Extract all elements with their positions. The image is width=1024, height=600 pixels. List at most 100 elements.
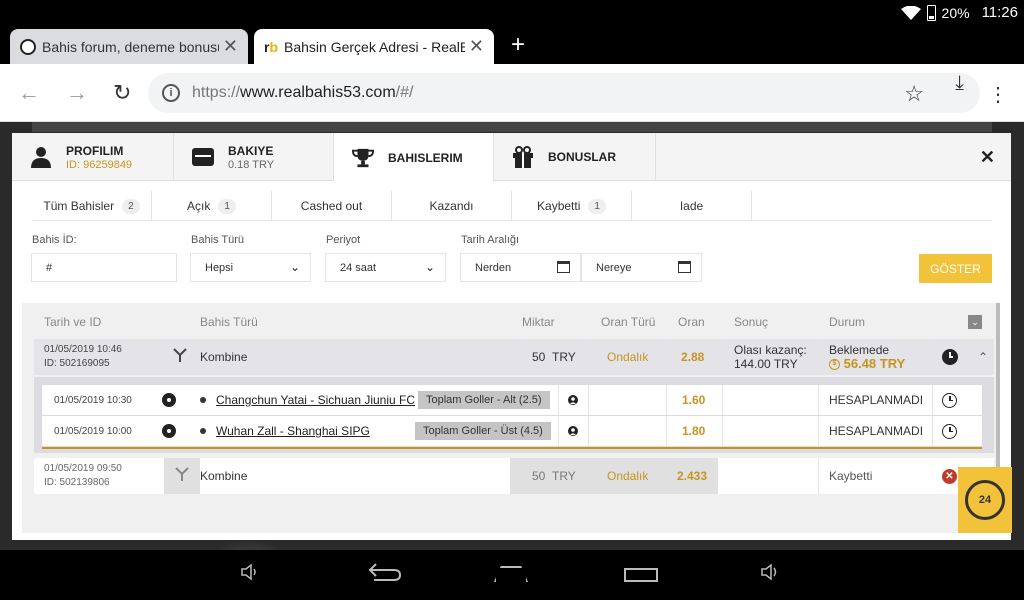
event-match-link[interactable]: Changchun Yatai - Sichuan Jiuniu FC bbox=[216, 393, 415, 407]
bet-type-select[interactable]: Hepsi ⌄ bbox=[190, 253, 311, 282]
col-header-result: Sonuç bbox=[734, 315, 769, 329]
clock-time: 11:26 bbox=[981, 4, 1018, 21]
bet-currency: TRY bbox=[552, 350, 576, 364]
recent-apps-icon[interactable] bbox=[624, 568, 658, 582]
filter-tab-refund[interactable]: Iade bbox=[632, 191, 752, 221]
bet-odds: 2.88 bbox=[681, 350, 705, 364]
bet-id: ID: 502169095 bbox=[44, 358, 110, 369]
bet-date: 01/05/2019 10:46 bbox=[44, 344, 122, 355]
battery-icon bbox=[926, 4, 936, 21]
col-header-amount: Miktar bbox=[522, 315, 555, 329]
gift-icon bbox=[512, 146, 534, 168]
info-icon[interactable]: i bbox=[162, 84, 180, 102]
tab-bonuses[interactable]: BONUSLAR bbox=[494, 133, 656, 181]
back-arrow-icon[interactable]: ← bbox=[18, 80, 40, 106]
table-row[interactable]: 01/05/2019 09:50 ID: 502139806 Kombine 5… bbox=[34, 458, 994, 494]
event-status: HESAPLANMADI bbox=[829, 393, 924, 407]
event-row: 01/05/2019 10:00 Wuhan Zall - Shanghai S… bbox=[42, 416, 982, 446]
close-tab-icon[interactable]: ✕ bbox=[223, 36, 238, 57]
column-divider bbox=[558, 385, 559, 415]
account-modal: PROFILIM ID: 96259849 BAKIYE 0.18 TRY BA… bbox=[12, 133, 1011, 540]
show-button[interactable]: GÖSTER bbox=[919, 254, 992, 283]
filter-tab-cashed-out[interactable]: Cashed out bbox=[272, 191, 392, 221]
tab-title: Bahis forum, deneme bonusu bbox=[42, 38, 219, 55]
android-nav-bar bbox=[0, 550, 1024, 600]
count-badge: 2 bbox=[122, 198, 140, 214]
home-nav-icon[interactable] bbox=[494, 566, 528, 582]
browser-tab-forum[interactable]: Bahis forum, deneme bonusu ✕ bbox=[10, 29, 248, 64]
bet-events-panel: 01/05/2019 10:30 Changchun Yatai - Sichu… bbox=[34, 377, 994, 453]
bookmark-star-icon[interactable]: ☆ bbox=[904, 81, 924, 107]
user-icon bbox=[568, 385, 578, 415]
event-date: 01/05/2019 10:30 bbox=[54, 394, 132, 406]
odds-type: Ondalık bbox=[607, 350, 649, 364]
address-bar[interactable]: i https://www.realbahis53.com/#/ ☆ bbox=[148, 73, 980, 113]
event-odds: 1.80 bbox=[682, 424, 706, 438]
event-market: Toplam Goller - Üst (4.5) bbox=[415, 422, 551, 440]
bullet-dot bbox=[200, 397, 206, 403]
soccer-ball-icon bbox=[162, 393, 176, 407]
new-tab-button[interactable]: + bbox=[511, 31, 525, 59]
bet-id: ID: 502139806 bbox=[44, 477, 110, 488]
collapse-all-icon[interactable]: ⌄ bbox=[968, 315, 982, 329]
bet-id-input[interactable]: # bbox=[31, 253, 177, 282]
column-divider bbox=[818, 458, 819, 494]
tab-my-bets[interactable]: BAHISLERIM bbox=[334, 133, 494, 182]
calendar-icon bbox=[557, 261, 570, 273]
live-support-button[interactable]: 24 bbox=[958, 467, 1012, 533]
account-tabs: PROFILIM ID: 96259849 BAKIYE 0.18 TRY BA… bbox=[12, 133, 1011, 182]
support-24-icon: 24 bbox=[965, 480, 1005, 520]
bets-table: Tarih ve ID Bahis Türü Miktar Oran Türü … bbox=[22, 303, 1000, 533]
odds-type: Ondalık bbox=[607, 469, 649, 483]
table-row[interactable]: 01/05/2019 10:46 ID: 502169095 Kombine 5… bbox=[34, 339, 994, 375]
menu-dots-icon[interactable]: ⋮ bbox=[988, 82, 1008, 107]
download-icon[interactable]: ⤓ bbox=[955, 72, 964, 95]
realbahis-logo-icon: rb bbox=[264, 38, 279, 55]
event-match-link[interactable]: Wuhan Zall - Shanghai SIPG bbox=[216, 424, 370, 438]
page-header-strip bbox=[32, 122, 992, 132]
tab-title: Bahsin Gerçek Adresi - RealB bbox=[284, 38, 465, 55]
volume-down-icon[interactable] bbox=[240, 562, 260, 588]
column-divider bbox=[818, 416, 819, 446]
back-nav-icon[interactable] bbox=[368, 562, 402, 588]
bet-filter-tabs: Tüm Bahisler 2 Açık 1 Cashed out Kazandı K… bbox=[32, 191, 992, 221]
filter-tab-won[interactable]: Kazandı bbox=[392, 191, 512, 221]
volume-up-icon[interactable] bbox=[760, 562, 780, 588]
date-to-input[interactable]: Nereye bbox=[581, 253, 702, 282]
browser-tab-realbahis[interactable]: rb Bahsin Gerçek Adresi - RealB ✕ bbox=[254, 29, 494, 64]
count-badge: 1 bbox=[588, 198, 606, 214]
bet-id-label: Bahis İD: bbox=[32, 234, 77, 246]
period-select[interactable]: 24 saat ⌄ bbox=[325, 253, 446, 282]
event-odds: 1.60 bbox=[682, 393, 706, 407]
column-divider bbox=[666, 339, 667, 375]
date-from-input[interactable]: Nerden bbox=[460, 253, 581, 282]
reload-icon[interactable]: ↻ bbox=[113, 80, 131, 106]
close-modal-icon[interactable]: ✕ bbox=[980, 147, 995, 168]
close-tab-icon[interactable]: ✕ bbox=[469, 36, 484, 57]
cashout-coin-icon: $ bbox=[829, 359, 840, 371]
event-date: 01/05/2019 10:00 bbox=[54, 425, 132, 437]
tab-balance[interactable]: BAKIYE 0.18 TRY bbox=[174, 133, 334, 181]
wallet-icon bbox=[192, 146, 214, 168]
filter-tab-lost[interactable]: Kaybetti 1 bbox=[512, 191, 632, 221]
column-divider bbox=[722, 385, 723, 415]
soccer-ball-icon bbox=[162, 424, 176, 438]
date-range-label: Tarih Aralığı bbox=[461, 234, 520, 246]
filter-tab-all[interactable]: Tüm Bahisler 2 bbox=[32, 191, 152, 221]
clock-icon bbox=[942, 423, 957, 439]
calendar-icon bbox=[678, 261, 691, 273]
bet-type: Kombine bbox=[200, 469, 248, 483]
filter-tab-open[interactable]: Açık 1 bbox=[152, 191, 272, 221]
collapse-row-icon[interactable]: ⌃ bbox=[972, 339, 994, 375]
tab-profile[interactable]: PROFILIM ID: 96259849 bbox=[12, 133, 174, 181]
forward-arrow-icon[interactable]: → bbox=[66, 80, 88, 106]
battery-level: 20% bbox=[941, 4, 970, 21]
result-value: 144.00 TRY bbox=[734, 357, 798, 371]
active-bet-underline bbox=[42, 447, 982, 449]
url-text[interactable]: https://www.realbahis53.com/#/ bbox=[192, 84, 413, 102]
col-header-odds: Oran bbox=[678, 315, 705, 329]
cashout-amount[interactable]: 56.48 TRY bbox=[844, 356, 906, 371]
bet-status: Beklemede bbox=[829, 343, 890, 357]
column-divider bbox=[666, 385, 667, 415]
col-header-type: Bahis Türü bbox=[200, 315, 258, 329]
